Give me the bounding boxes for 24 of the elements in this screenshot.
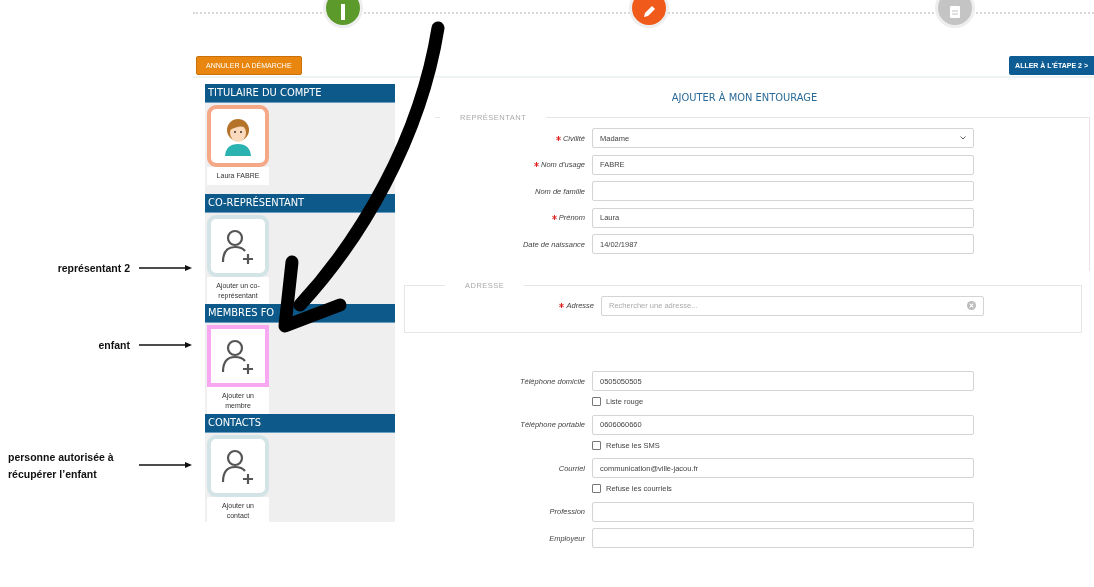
document-icon [947, 4, 963, 20]
add-card[interactable] [207, 325, 269, 387]
annotation-label: représentant 2 [56, 261, 130, 276]
pointer-arrow [138, 462, 192, 468]
checkbox[interactable] [592, 484, 601, 493]
chevron-down-icon [960, 136, 966, 140]
section-heading: CONTACTS [205, 414, 395, 433]
profile-card[interactable] [207, 105, 269, 167]
pencil-icon [641, 4, 657, 20]
pointer-arrow [138, 265, 192, 271]
text-field[interactable] [592, 528, 974, 548]
text-field[interactable] [592, 181, 974, 201]
section-heading: CO-REPRÉSENTANT [205, 194, 395, 213]
text-field[interactable] [592, 501, 974, 522]
add-card[interactable] [207, 215, 269, 277]
checkbox[interactable] [592, 397, 601, 406]
clear-icon [967, 301, 976, 310]
add-card[interactable] [207, 435, 269, 497]
pointer-arrow [138, 342, 192, 348]
checkbox[interactable] [592, 440, 601, 450]
annotation-label: enfant [97, 338, 130, 353]
section-heading: TITULAIRE DU COMPTE [205, 84, 395, 103]
annotation-label: personne autorisée à récupérer l’enfant [8, 450, 115, 482]
form-title: AJOUTER À MON ENTOURAGE [670, 91, 819, 106]
